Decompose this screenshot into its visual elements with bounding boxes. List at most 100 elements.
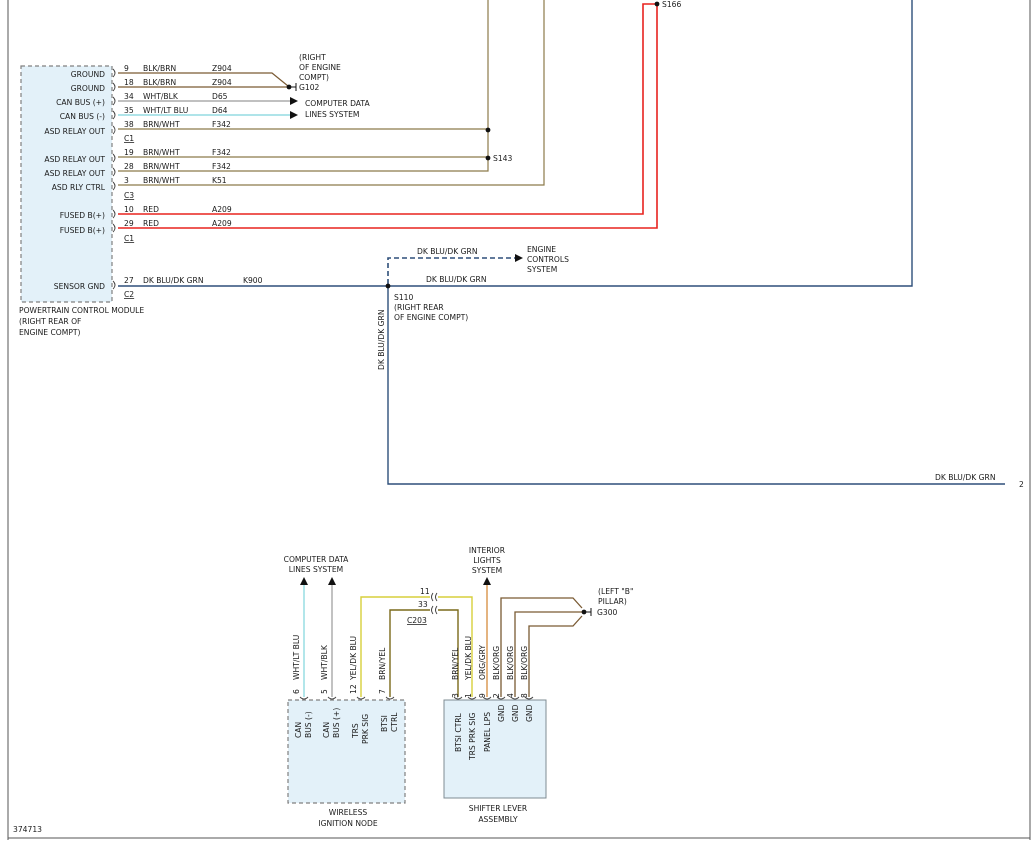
- win-title-2: IGNITION NODE: [318, 819, 377, 828]
- wireless-ignition-node: CAN BUS (-) CAN BUS (+) TRS PRK SIG BTSI…: [287, 696, 406, 828]
- interior-lights-3: SYSTEM: [472, 566, 502, 575]
- splice-s143: [485, 155, 491, 161]
- arrow-engine-controls: [515, 254, 523, 262]
- win-pin-num: 12: [349, 684, 358, 694]
- win-pin-label: BTSI: [380, 715, 389, 732]
- pcm-circuit: K900: [243, 276, 263, 285]
- g300-label: G300: [597, 608, 618, 617]
- pcm-wire-color: BRN/WHT: [143, 176, 180, 185]
- pcm-pin-label: SENSOR GND: [54, 282, 105, 291]
- pcm-pin-brackets: [112, 68, 116, 290]
- pcm-pin-num: 35: [124, 106, 134, 115]
- g300-loc-1: (LEFT "B": [598, 587, 633, 596]
- pcm-connector: C1: [124, 234, 134, 243]
- g102-loc-1: (RIGHT: [299, 53, 326, 62]
- pcm-circuit: F342: [212, 162, 231, 171]
- computer-data-bot-1: COMPUTER DATA: [284, 555, 349, 564]
- interior-lights-2: LIGHTS: [473, 556, 501, 565]
- sensor-bottom-label: DK BLU/DK GRN: [935, 473, 996, 482]
- s110-loc-1: (RIGHT REAR: [394, 303, 444, 312]
- wire-fused-b-a209: [118, 3, 658, 229]
- shifter-lever-assembly: BTSI CTRL TRS PRK SIG PANEL LPS GND GND …: [443, 696, 547, 824]
- pcm-wire-color: WHT/LT BLU: [143, 106, 188, 115]
- arrow-can-plus: [290, 97, 298, 105]
- win-wire-color: YEL/DK BLU: [349, 636, 358, 681]
- computer-data-bot-2: LINES SYSTEM: [289, 565, 343, 574]
- pcm-pin-label: FUSED B(+): [60, 226, 105, 235]
- pcm-pin-num: 18: [124, 78, 134, 87]
- win-pin-label: TRS: [351, 723, 360, 739]
- pcm-wire-color: RED: [143, 205, 159, 214]
- shifter-wire-color: BRN/YEL: [451, 647, 460, 680]
- shifter-pin-label: BTSI CTRL: [454, 712, 463, 752]
- splice-g102: [286, 84, 292, 90]
- shifter-pin-label: GND: [497, 704, 506, 722]
- pcm-title-1: POWERTRAIN CONTROL MODULE: [19, 306, 144, 315]
- pcm-title-2: (RIGHT REAR OF: [19, 317, 81, 326]
- pcm-circuit: D65: [212, 92, 228, 101]
- arrow-computer-data-bot: [300, 577, 308, 585]
- diagram-id: 374713: [13, 825, 42, 834]
- pcm-pin-num: 29: [124, 219, 134, 228]
- shifter-wire-color: ORG/GRY: [478, 645, 487, 680]
- pcm-circuit: Z904: [212, 78, 232, 87]
- shifter-wire-color: BLK/ORG: [506, 646, 515, 680]
- c203-connector: [431, 592, 438, 615]
- pcm-pin-num: 3: [124, 176, 129, 185]
- pcm-pin-num: 38: [124, 120, 134, 129]
- shifter-pin-num: 3: [451, 693, 460, 698]
- splice-g300: [581, 609, 587, 615]
- pcm-pin-num: 9: [124, 64, 129, 73]
- pcm-pin-num: 28: [124, 162, 134, 171]
- pcm-wire-color: RED: [143, 219, 159, 228]
- computer-data-top-2: LINES SYSTEM: [305, 110, 359, 119]
- shifter-pin-label: GND: [525, 704, 534, 722]
- win-pin-label: CAN: [294, 722, 303, 738]
- shifter-pin-label: PANEL LPS: [483, 712, 492, 752]
- pcm-pin-label: FUSED B(+): [60, 211, 105, 220]
- pcm: POWERTRAIN CONTROL MODULE (RIGHT REAR OF…: [19, 64, 263, 337]
- pcm-wire-color: BRN/WHT: [143, 162, 180, 171]
- pcm-pin-label: ASD RELAY OUT: [44, 155, 105, 164]
- s166-label: S166: [662, 0, 681, 9]
- pcm-pin-label: GROUND: [71, 70, 105, 79]
- shifter-pin-num: 8: [520, 693, 529, 698]
- win-pin-label: BUS (+): [332, 708, 341, 738]
- arrow-can-minus: [290, 111, 298, 119]
- pcm-wire-color: BRN/WHT: [143, 120, 180, 129]
- ground-g102: G102 (RIGHT OF ENGINE COMPT): [291, 53, 341, 92]
- arrow-interior-lights: [483, 577, 491, 585]
- win-pin-num: 6: [292, 689, 301, 694]
- engine-controls-1: ENGINE: [527, 245, 556, 254]
- ground-g300: G300 (LEFT "B" PILLAR): [586, 587, 633, 617]
- splice-s110: [385, 283, 391, 289]
- pcm-connector: C2: [124, 290, 134, 299]
- win-title-1: WIRELESS: [329, 808, 368, 817]
- s110-loc-2: OF ENGINE COMPT): [394, 313, 468, 322]
- pcm-pin-label: CAN BUS (-): [60, 112, 105, 121]
- pcm-circuit: F342: [212, 148, 231, 157]
- win-pin-num: 5: [320, 689, 329, 694]
- pcm-pin-label: CAN BUS (+): [56, 98, 105, 107]
- wiring-diagram: 374713 POWERTRAIN CONTROL MODULE (RIGHT …: [7, 0, 1031, 840]
- engine-controls-3: SYSTEM: [527, 265, 557, 274]
- pcm-title-3: ENGINE COMPT): [19, 328, 81, 337]
- pcm-pin-label: ASD RELAY OUT: [44, 127, 105, 136]
- pcm-circuit: D64: [212, 106, 228, 115]
- shifter-pin-num: 4: [506, 693, 515, 698]
- c203-name: C203: [407, 616, 427, 625]
- shifter-pin-num: 2: [492, 693, 501, 698]
- pcm-connector: C3: [124, 191, 134, 200]
- win-pin-label: PRK SIG: [361, 714, 370, 744]
- shifter-wire-color: BLK/ORG: [520, 646, 529, 680]
- s143-label: S143: [493, 154, 512, 163]
- interior-lights-1: INTERIOR: [469, 546, 506, 555]
- win-wire-color: BRN/YEL: [378, 647, 387, 680]
- shifter-pin-label: GND: [511, 704, 520, 722]
- pcm-wire-color: BLK/BRN: [143, 78, 176, 87]
- arrow-computer-data-bot-2: [328, 577, 336, 585]
- pcm-circuit: Z904: [212, 64, 232, 73]
- pcm-pin-label: ASD RELAY OUT: [44, 169, 105, 178]
- win-pin-label: CAN: [322, 722, 331, 738]
- shifter-title-1: SHIFTER LEVER: [469, 804, 528, 813]
